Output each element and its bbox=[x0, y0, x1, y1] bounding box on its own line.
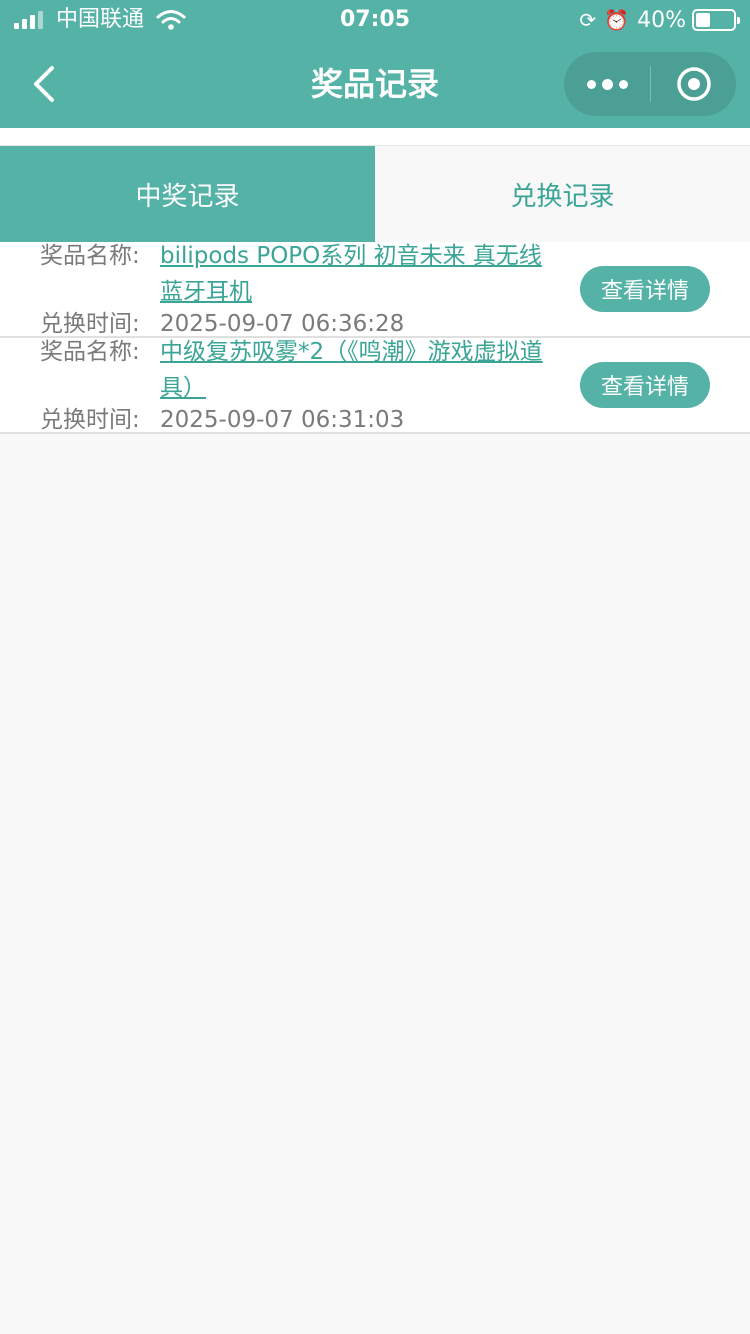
prize-name-link[interactable]: bilipods POPO系列 初音未来 真无线蓝牙耳机 bbox=[160, 238, 560, 310]
rotation-lock-icon: ⟳ bbox=[579, 8, 597, 32]
prize-name-label: 奖品名称: bbox=[40, 339, 140, 365]
status-bar: 中国联通 07:05 ⟳ ⏰ 40% bbox=[0, 0, 750, 40]
more-icon[interactable] bbox=[564, 52, 650, 116]
battery-icon bbox=[692, 9, 740, 31]
record-list: 奖品名称: bilipods POPO系列 初音未来 真无线蓝牙耳机 兑换时间:… bbox=[0, 242, 750, 434]
status-right: ⟳ ⏰ 40% bbox=[579, 6, 740, 34]
list-item: 奖品名称: bilipods POPO系列 初音未来 真无线蓝牙耳机 兑换时间:… bbox=[0, 242, 750, 338]
exchange-time-value: 2025-09-07 06:31:03 bbox=[160, 407, 405, 433]
record-tabs: 中奖记录 兑换记录 bbox=[0, 146, 750, 242]
alarm-icon: ⏰ bbox=[604, 8, 630, 32]
header-spacer bbox=[0, 128, 750, 146]
tab-exchange-records[interactable]: 兑换记录 bbox=[375, 146, 750, 242]
battery-percent: 40% bbox=[637, 7, 686, 33]
exchange-time-label: 兑换时间: bbox=[40, 407, 140, 433]
list-item: 奖品名称: 中级复苏吸雾*2（《鸣潮》游戏虚拟道具） 兑换时间: 2025-09… bbox=[0, 338, 750, 434]
nav-bar: 奖品记录 bbox=[0, 40, 750, 128]
view-details-button[interactable]: 查看详情 bbox=[580, 266, 710, 312]
close-target-icon[interactable] bbox=[651, 52, 736, 116]
tab-win-records[interactable]: 中奖记录 bbox=[0, 146, 375, 242]
prize-name-label: 奖品名称: bbox=[40, 243, 140, 269]
view-details-button[interactable]: 查看详情 bbox=[580, 362, 710, 408]
prize-name-link[interactable]: 中级复苏吸雾*2（《鸣潮》游戏虚拟道具） bbox=[160, 334, 560, 406]
mini-program-capsule bbox=[564, 52, 736, 116]
